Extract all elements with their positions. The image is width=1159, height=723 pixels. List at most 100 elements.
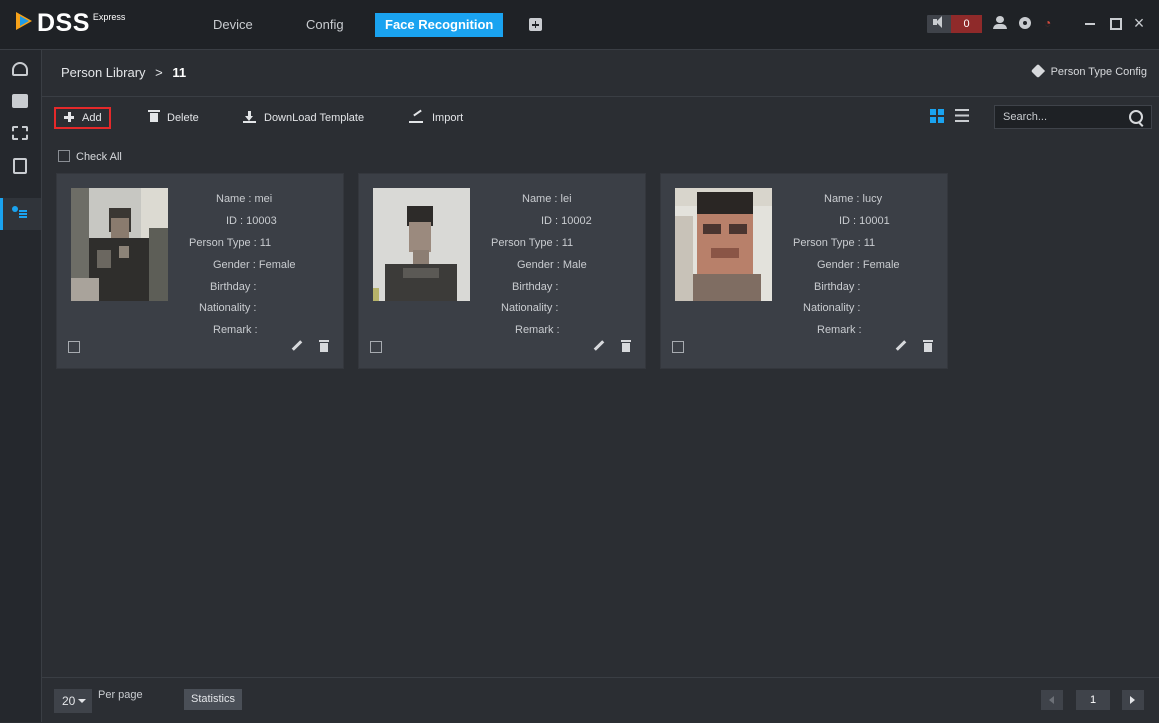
sidebar-item-report[interactable] — [0, 150, 41, 182]
card-checkbox[interactable] — [672, 341, 684, 353]
alarm-count: 0 — [951, 15, 982, 33]
search-box — [994, 105, 1152, 129]
person-library-icon — [12, 206, 28, 220]
toolbar: Add Delete DownLoad Template Import — [42, 97, 1159, 141]
list-view-icon[interactable] — [955, 109, 969, 122]
breadcrumb-separator: > — [155, 65, 163, 80]
person-birthday: Birthday : — [814, 281, 861, 293]
breadcrumb: Person Library > 11 — [61, 65, 186, 80]
person-card[interactable]: Name : lei ID : 10002 Person Type : 11 G… — [359, 174, 645, 368]
add-tab-icon[interactable] — [529, 18, 542, 31]
person-photo — [373, 188, 470, 301]
edit-icon[interactable] — [895, 340, 907, 351]
person-remark: Remark : — [817, 324, 862, 336]
person-gender: Gender : Male — [517, 259, 587, 271]
delete-icon[interactable] — [923, 340, 933, 352]
sidebar-item-camera[interactable] — [0, 54, 41, 86]
person-type: Person Type : 11 — [793, 237, 876, 249]
import-icon — [409, 111, 423, 123]
person-name: Name : lucy — [824, 193, 883, 205]
page-number[interactable]: 1 — [1076, 690, 1110, 710]
prev-page-button[interactable] — [1041, 690, 1063, 710]
minimize-icon[interactable] — [1082, 15, 1098, 31]
check-all[interactable]: Check All — [58, 150, 122, 163]
trash-icon — [148, 110, 160, 122]
document-icon — [13, 158, 27, 174]
person-remark: Remark : — [515, 324, 560, 336]
edit-icon[interactable] — [291, 340, 303, 351]
per-page-select[interactable]: 20 — [54, 689, 92, 713]
card-checkbox[interactable] — [68, 341, 80, 353]
close-icon[interactable]: × — [1131, 14, 1147, 32]
user-icon[interactable] — [992, 15, 1008, 31]
nav-device[interactable]: Device — [213, 13, 253, 37]
footer: 20 Per page Statistics 1 — [42, 677, 1159, 723]
nav-config[interactable]: Config — [306, 13, 344, 37]
person-type: Person Type : 11 — [491, 237, 574, 249]
app-window: DSS Express Device Config Face Recogniti… — [0, 0, 1159, 723]
person-id: ID : 10002 — [541, 215, 592, 227]
check-all-checkbox[interactable] — [58, 150, 70, 162]
statistics-button[interactable]: Statistics — [184, 689, 242, 710]
breadcrumb-bar: Person Library > 11 Person Type Config — [42, 50, 1159, 97]
person-remark: Remark : — [213, 324, 258, 336]
person-card[interactable]: Name : lucy ID : 10001 Person Type : 11 … — [661, 174, 947, 368]
person-photo — [71, 188, 168, 301]
logo-edition: Express — [92, 12, 126, 22]
sidebar-item-face-capture[interactable] — [0, 118, 41, 150]
image-search-icon — [12, 94, 28, 108]
person-name: Name : mei — [216, 193, 273, 205]
person-name: Name : lei — [522, 193, 572, 205]
import-label: Import — [432, 112, 464, 124]
alarm-indicator[interactable]: 0 — [927, 15, 982, 33]
breadcrumb-root[interactable]: Person Library — [61, 65, 146, 80]
search-icon[interactable] — [1129, 110, 1143, 124]
download-label: DownLoad Template — [264, 112, 365, 124]
camera-icon — [12, 62, 28, 76]
search-input[interactable] — [1003, 110, 1123, 124]
nav-face-recognition[interactable]: Face Recognition — [375, 13, 504, 37]
person-id: ID : 10001 — [839, 215, 890, 227]
person-card[interactable]: Name : mei ID : 10003 Person Type : 11 G… — [57, 174, 343, 368]
person-type-config-link[interactable]: Person Type Config — [1030, 63, 1147, 79]
download-template-button[interactable]: DownLoad Template — [243, 107, 364, 129]
face-frame-icon — [12, 126, 28, 140]
performance-gauge-icon[interactable]: ◔ — [1044, 15, 1060, 31]
person-nationality: Nationality : — [803, 302, 861, 314]
tag-icon — [1030, 63, 1045, 79]
person-type: Person Type : 11 — [189, 237, 272, 249]
person-nationality: Nationality : — [501, 302, 559, 314]
next-page-button[interactable] — [1122, 690, 1144, 710]
add-label: Add — [82, 112, 102, 124]
sidebar — [0, 50, 42, 722]
check-all-label: Check All — [76, 151, 122, 163]
download-icon — [243, 111, 256, 123]
dss-logo: DSS Express — [16, 10, 125, 36]
breadcrumb-current: 11 — [172, 65, 187, 80]
person-gender: Gender : Female — [213, 259, 296, 271]
person-nationality: Nationality : — [199, 302, 257, 314]
plus-icon — [64, 112, 74, 122]
logo-mark-icon — [16, 10, 34, 32]
person-photo — [675, 188, 772, 301]
logo-text: DSS — [37, 9, 90, 37]
maximize-icon[interactable] — [1107, 15, 1123, 31]
import-button[interactable]: Import — [409, 107, 463, 129]
person-gender: Gender : Female — [817, 259, 900, 271]
sidebar-item-person-library[interactable] — [0, 198, 41, 230]
edit-icon[interactable] — [593, 340, 605, 351]
delete-icon[interactable] — [319, 340, 329, 352]
gear-icon[interactable] — [1017, 15, 1033, 31]
person-birthday: Birthday : — [512, 281, 559, 293]
grid-view-icon[interactable] — [930, 109, 944, 123]
title-bar: DSS Express Device Config Face Recogniti… — [0, 0, 1159, 50]
card-checkbox[interactable] — [370, 341, 382, 353]
person-id: ID : 10003 — [226, 215, 277, 227]
per-page-label: Per page — [98, 689, 143, 701]
add-button[interactable]: Add — [54, 107, 111, 129]
person-birthday: Birthday : — [210, 281, 257, 293]
delete-label: Delete — [167, 112, 199, 124]
delete-button[interactable]: Delete — [148, 107, 199, 129]
delete-icon[interactable] — [621, 340, 631, 352]
sidebar-item-image-search[interactable] — [0, 86, 41, 118]
